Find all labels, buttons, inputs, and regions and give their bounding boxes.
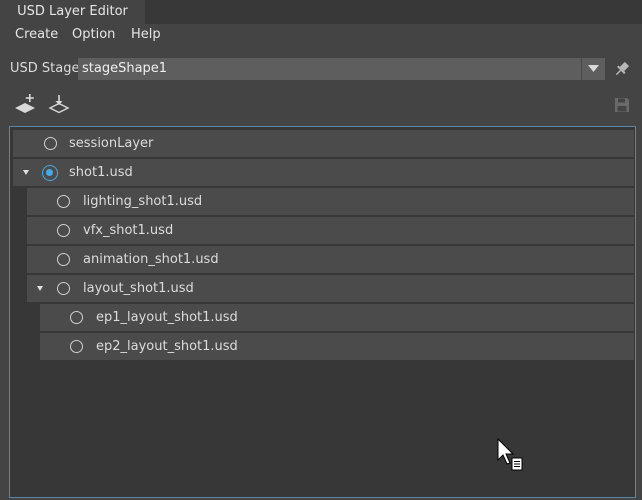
layer-target-radio[interactable]	[57, 195, 70, 208]
expand-arrow-icon[interactable]	[37, 286, 43, 291]
layer-row-lighting[interactable]: lighting_shot1.usd	[27, 188, 634, 215]
add-layer-icon[interactable]	[14, 93, 38, 117]
layer-name: ep2_layout_shot1.usd	[96, 339, 238, 354]
mouse-cursor-icon	[497, 438, 523, 471]
layer-name: layout_shot1.usd	[83, 281, 194, 296]
dropdown-arrow-button[interactable]	[581, 58, 605, 80]
layer-name: shot1.usd	[69, 165, 133, 180]
expand-arrow-icon[interactable]	[23, 170, 29, 175]
layer-name: animation_shot1.usd	[83, 252, 219, 267]
layer-target-radio[interactable]	[70, 340, 83, 353]
menu-bar: Create Option Help	[0, 24, 642, 46]
layer-target-radio[interactable]	[57, 224, 70, 237]
layer-name: sessionLayer	[69, 136, 154, 151]
usd-stage-dropdown[interactable]: stageShape1	[78, 58, 605, 80]
usd-layer-editor-window: USD Layer Editor Create Option Help USD …	[0, 0, 642, 500]
load-layer-icon[interactable]	[47, 93, 71, 117]
chevron-down-icon	[588, 65, 599, 72]
menu-help[interactable]: Help	[131, 26, 161, 44]
save-icon[interactable]	[614, 97, 630, 113]
layer-target-radio[interactable]	[70, 311, 83, 324]
usd-stage-value: stageShape1	[82, 61, 168, 76]
layer-target-radio[interactable]	[44, 137, 57, 150]
layer-name: ep1_layout_shot1.usd	[96, 310, 238, 325]
layer-target-radio[interactable]	[57, 282, 70, 295]
layer-row-ep1-layout[interactable]: ep1_layout_shot1.usd	[40, 304, 634, 331]
layer-row-layout[interactable]: layout_shot1.usd	[27, 275, 634, 302]
layer-row-animation[interactable]: animation_shot1.usd	[27, 246, 634, 273]
usd-stage-label: USD Stage:	[10, 61, 84, 76]
layer-row-vfx[interactable]: vfx_shot1.usd	[27, 217, 634, 244]
layer-row-shot1[interactable]: shot1.usd	[13, 159, 634, 186]
layer-name: vfx_shot1.usd	[83, 223, 174, 238]
menu-create[interactable]: Create	[15, 26, 58, 44]
pin-icon[interactable]	[613, 60, 631, 78]
target-layer-icon[interactable]	[42, 165, 58, 181]
layer-row-session[interactable]: sessionLayer	[13, 130, 634, 157]
tab-usd-layer-editor[interactable]: USD Layer Editor	[0, 0, 145, 24]
layer-name: lighting_shot1.usd	[83, 194, 203, 209]
tab-bar: USD Layer Editor	[0, 0, 642, 24]
layer-tree[interactable]: sessionLayer shot1.usd lighting_shot1.us…	[9, 126, 636, 498]
menu-option[interactable]: Option	[72, 26, 115, 44]
layer-target-radio[interactable]	[57, 253, 70, 266]
layer-row-ep2-layout[interactable]: ep2_layout_shot1.usd	[40, 333, 634, 360]
